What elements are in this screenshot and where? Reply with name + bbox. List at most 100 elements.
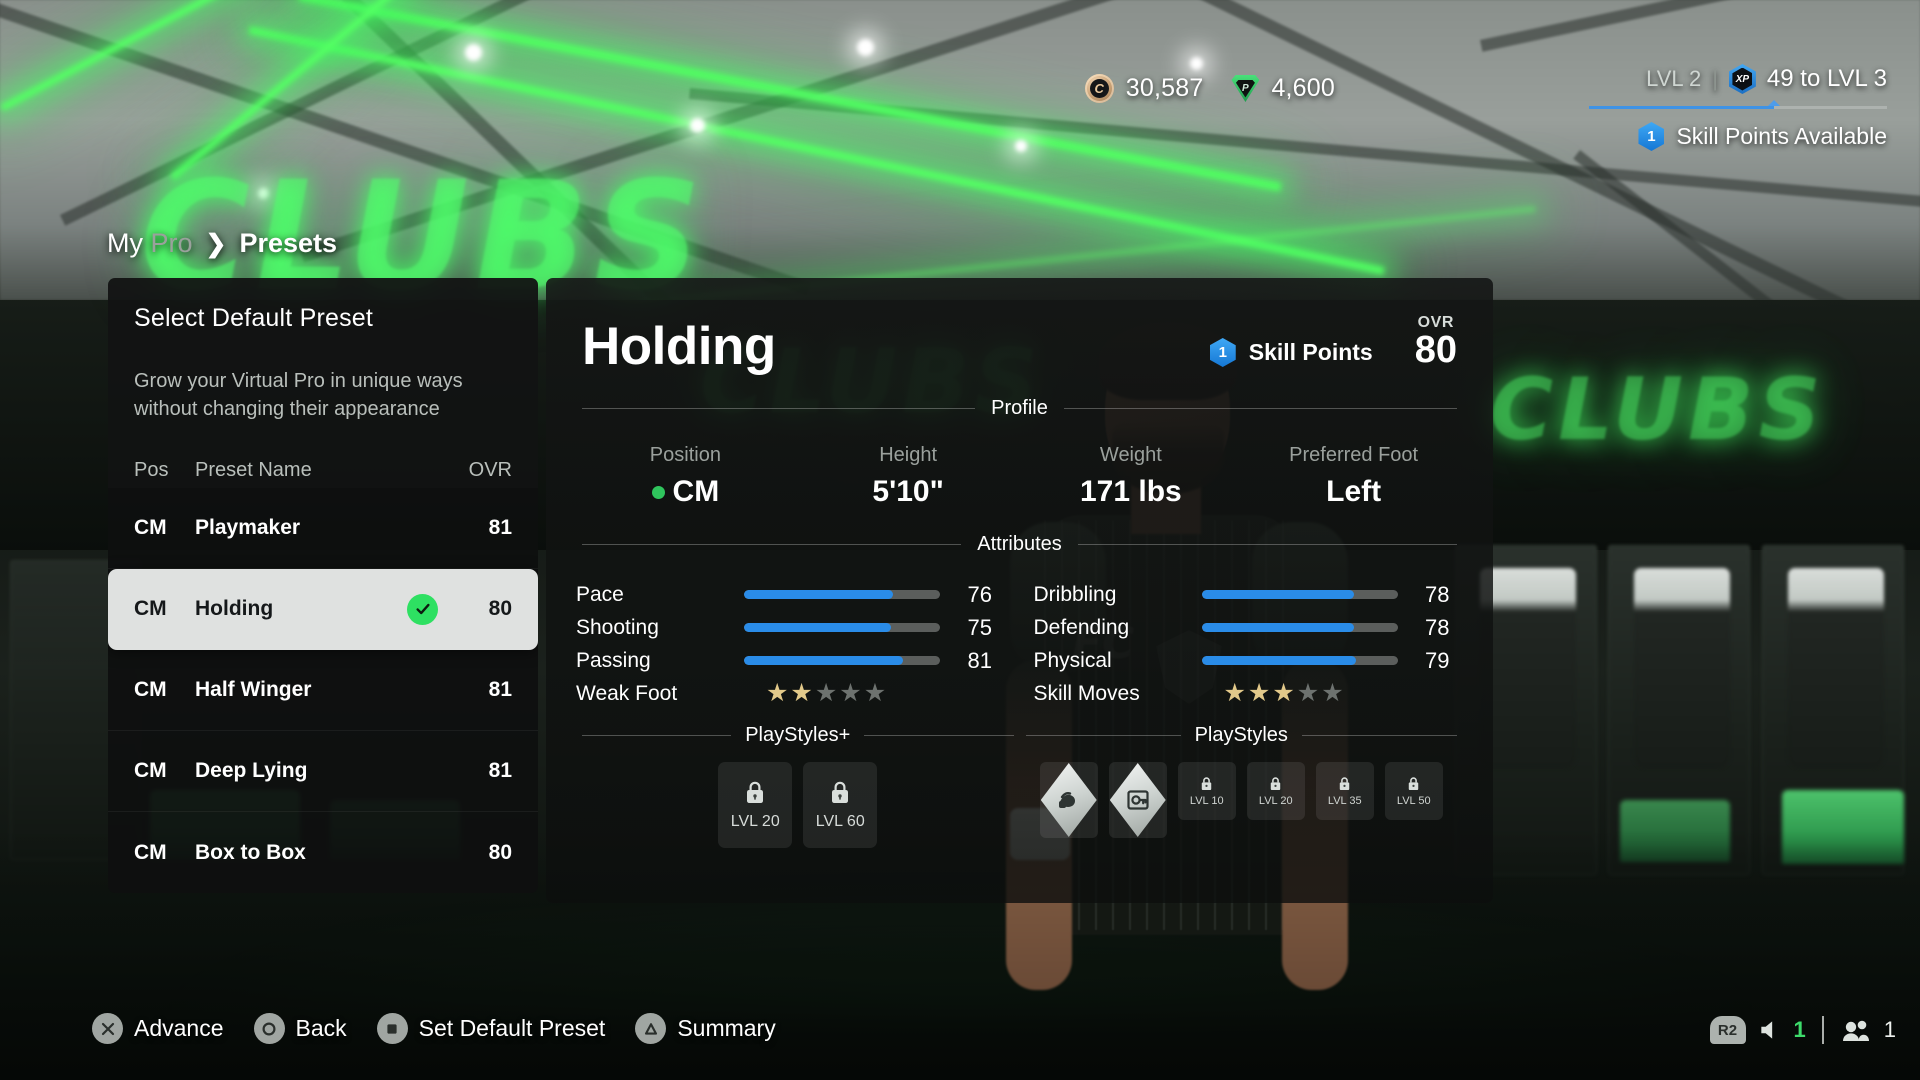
star-rating: ★ ★ ★ ★ ★ (1202, 681, 1398, 706)
detail-header: Holding 1 Skill Points OVR 80 (546, 278, 1493, 373)
action-set-default-preset[interactable]: Set Default Preset (376, 1013, 606, 1044)
playstyle-plus-slot[interactable]: LVL 60 (803, 762, 878, 848)
playstyles-plus-heading: PlayStyles+ (745, 724, 851, 746)
preset-name: Box to Box (195, 840, 306, 864)
breadcrumb[interactable]: My Pro ❯ Presets (107, 228, 337, 259)
skill-points-badge: 1 (1638, 122, 1665, 151)
triangle-button-icon (635, 1013, 667, 1044)
xp-progress-bar (1589, 100, 1887, 109)
preset-row-playmaker[interactable]: CM Playmaker 81 (108, 488, 538, 569)
profile-value: Left (1326, 475, 1382, 508)
playstyle-unlock-level: LVL 20 (1258, 794, 1293, 807)
profile-height: Height 5'10" (797, 444, 1020, 509)
action-label: Back (295, 1015, 347, 1041)
column-header-pos: Pos (134, 458, 169, 481)
attribute-name: Shooting (576, 615, 659, 639)
preset-list-columns: Pos Preset Name OVR (134, 459, 512, 482)
action-label: Set Default Preset (418, 1015, 606, 1041)
star-icon: ★ (839, 679, 862, 707)
star-icon: ★ (766, 679, 789, 707)
position-indicator-dot (651, 485, 665, 499)
playstyle-slot[interactable]: LVL 50 (1384, 762, 1443, 820)
attribute-bar (744, 656, 940, 665)
lock-icon (744, 780, 766, 804)
preset-row-box-to-box[interactable]: CM Box to Box 80 (108, 812, 538, 893)
speaker-icon (1756, 1016, 1784, 1044)
attributes-right-column: Dribbling 78 Defending 78 Physical 79 Skill Mo… (1034, 578, 1464, 710)
preset-panel-header: Select Default Preset Grow your Virtual … (108, 278, 538, 488)
preset-row-holding[interactable]: CM Holding 80 (108, 569, 538, 650)
preset-row-half-winger[interactable]: CM Half Winger 81 (108, 650, 538, 731)
attributes-section-header: Attributes (582, 533, 1458, 556)
preset-title: Holding (582, 317, 776, 376)
divider (1821, 1016, 1824, 1044)
level-label: LVL 2 (1646, 66, 1702, 91)
preset-ovr: 80 (488, 840, 512, 864)
xp-to-next-level: 49 to LVL 3 (1766, 65, 1887, 92)
star-icon: ★ (1321, 679, 1344, 707)
playstyle-slot[interactable]: LVL 10 (1177, 762, 1236, 820)
points-gem-icon: P (1231, 75, 1260, 102)
star-icon: ★ (1272, 679, 1295, 707)
preset-ovr: 80 (488, 597, 512, 620)
players-value: 1 (1883, 1017, 1896, 1042)
r2-button-icon[interactable]: R2 (1709, 1016, 1746, 1044)
star-icon: ★ (1296, 679, 1320, 707)
attribute-name: Passing (576, 648, 651, 672)
detail-ovr: OVR 80 (1415, 315, 1457, 373)
square-button-icon (376, 1013, 408, 1044)
profile-value: 171 lbs (1080, 475, 1182, 508)
attribute-value: 75 (967, 614, 992, 640)
breadcrumb-root[interactable]: My Pro (107, 228, 193, 259)
playstyle-slot[interactable] (1039, 762, 1098, 838)
playstyle-unlock-level: LVL 60 (815, 812, 865, 830)
attribute-value: 79 (1425, 647, 1450, 673)
attribute-row-passing: Passing 81 (576, 644, 1006, 677)
action-label: Summary (677, 1015, 776, 1041)
attribute-bar (1201, 590, 1398, 599)
preset-position: CM (134, 840, 167, 864)
skill-points-available-label: Skill Points Available (1676, 123, 1887, 149)
action-advance[interactable]: Advance (92, 1013, 224, 1044)
star-icon: ★ (1247, 679, 1271, 707)
attribute-name: Dribbling (1033, 582, 1117, 606)
circle-button-icon (253, 1013, 285, 1044)
playstyle-slot[interactable] (1108, 762, 1167, 838)
profile-weight: Weight 171 lbs (1020, 444, 1243, 509)
preset-list[interactable]: CM Playmaker 81 CM Holding 80 CM Half Winger 81 C… (108, 488, 538, 893)
coin-amount: 30,587 (1125, 74, 1204, 102)
attribute-row-shooting: Shooting 75 (576, 611, 1006, 644)
playstyle-plus-slot[interactable]: LVL 20 (718, 762, 793, 848)
volume-value: 1 (1793, 1017, 1806, 1042)
profile-value: 5'10" (872, 475, 944, 508)
star-icon: ★ (790, 679, 813, 707)
profile-section-header: Profile (582, 397, 1458, 420)
playstyle-slot[interactable]: LVL 35 (1315, 762, 1374, 820)
playstyles-plus-group: PlayStyles+ LVL 20 LVL 60 (576, 724, 1020, 848)
attribute-value: 76 (967, 581, 992, 607)
action-summary[interactable]: Summary (635, 1013, 776, 1044)
detail-skill-points-badge: 1 (1209, 338, 1236, 367)
cross-button-icon (92, 1013, 123, 1044)
action-back[interactable]: Back (253, 1013, 347, 1044)
preset-ovr: 81 (488, 759, 512, 782)
profile-label: Position (649, 444, 721, 466)
playstyle-unlock-level: LVL 20 (730, 812, 780, 830)
attribute-value: 81 (967, 647, 992, 673)
playstyle-slot[interactable]: LVL 20 (1246, 762, 1305, 820)
attribute-bar (744, 623, 940, 632)
lock-icon (829, 780, 851, 804)
detail-skill-points-label: Skill Points (1248, 339, 1373, 365)
attribute-bar (1201, 656, 1398, 665)
profile-position: Position CM (574, 444, 797, 509)
preset-row-deep-lying[interactable]: CM Deep Lying 81 (108, 731, 538, 812)
star-icon: ★ (814, 679, 838, 707)
star-rating: ★ ★ ★ ★ ★ (744, 681, 940, 706)
level-hud: LVL 2 | XP 49 to LVL 3 1 Skill Points Av… (1587, 64, 1887, 151)
preset-position: CM (134, 516, 167, 539)
star-icon: ★ (1223, 679, 1246, 707)
lock-icon (1269, 776, 1282, 791)
game-screen: CLUBS CLUBS CLUBS FC C (0, 0, 1920, 1080)
attributes-left-column: Pace 76 Shooting 75 Passing 81 Weak Foot ★ ★ ★ ★ ★ (576, 578, 1006, 710)
attribute-row-physical: Physical 79 (1034, 644, 1464, 677)
